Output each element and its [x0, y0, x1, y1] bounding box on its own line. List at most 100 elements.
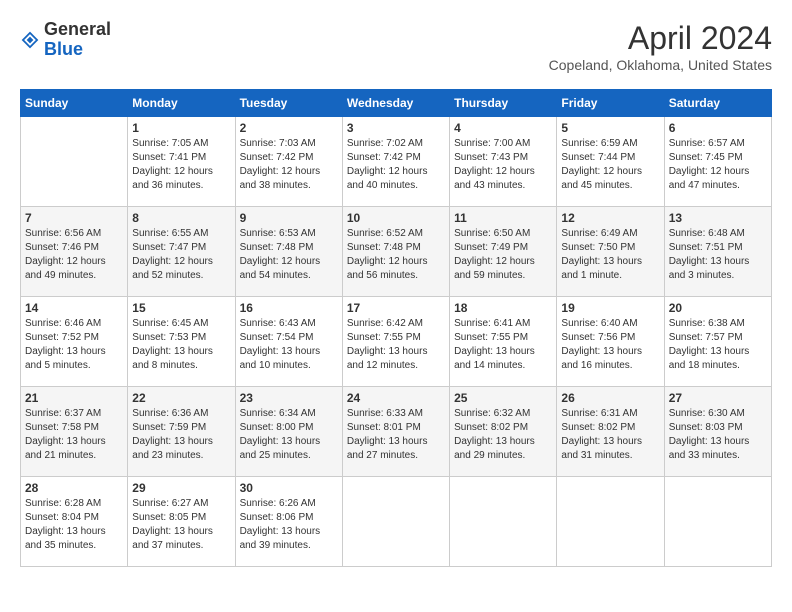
- day-number: 24: [347, 391, 445, 405]
- calendar-header-wednesday: Wednesday: [342, 90, 449, 117]
- day-info: Sunrise: 6:48 AMSunset: 7:51 PMDaylight:…: [669, 227, 767, 283]
- day-number: 2: [240, 121, 338, 135]
- calendar-cell: 7Sunrise: 6:56 AMSunset: 7:46 PMDaylight…: [21, 207, 128, 297]
- location: Copeland, Oklahoma, United States: [549, 57, 772, 73]
- day-number: 21: [25, 391, 123, 405]
- day-number: 25: [454, 391, 552, 405]
- page-header: General Blue April 2024 Copeland, Oklaho…: [20, 20, 772, 73]
- day-info: Sunrise: 6:59 AMSunset: 7:44 PMDaylight:…: [561, 137, 659, 193]
- calendar-week-row: 14 Sunrise: 6:46 AMSunset: 7:52 PMDayligh…: [21, 297, 772, 387]
- day-number: 15: [132, 301, 230, 315]
- day-info: Sunrise: 6:43 AMSunset: 7:54 PMDaylight:…: [240, 317, 338, 373]
- calendar-header-tuesday: Tuesday: [235, 90, 342, 117]
- day-number: 14: [25, 301, 123, 315]
- calendar-cell: 5 Sunrise: 6:59 AMSunset: 7:44 PMDaylight…: [557, 117, 664, 207]
- calendar-cell: 17 Sunrise: 6:42 AMSunset: 7:55 PMDayligh…: [342, 297, 449, 387]
- day-number: 28: [25, 481, 123, 495]
- calendar-cell: 3 Sunrise: 7:02 AMSunset: 7:42 PMDaylight…: [342, 117, 449, 207]
- day-number: 23: [240, 391, 338, 405]
- day-number: 17: [347, 301, 445, 315]
- day-number: 3: [347, 121, 445, 135]
- day-info: Sunrise: 7:00 AMSunset: 7:43 PMDaylight:…: [454, 137, 552, 193]
- day-info: Sunrise: 6:42 AMSunset: 7:55 PMDaylight:…: [347, 317, 445, 373]
- calendar-cell: 18 Sunrise: 6:41 AMSunset: 7:55 PMDayligh…: [450, 297, 557, 387]
- day-info: Sunrise: 6:33 AMSunset: 8:01 PMDaylight:…: [347, 407, 445, 463]
- day-number: 26: [561, 391, 659, 405]
- day-number: 30: [240, 481, 338, 495]
- day-info: Sunrise: 6:34 AMSunset: 8:00 PMDaylight:…: [240, 407, 338, 463]
- day-number: 12: [561, 211, 659, 225]
- calendar-cell: [342, 477, 449, 567]
- day-info: Sunrise: 6:52 AMSunset: 7:48 PMDaylight:…: [347, 227, 445, 283]
- day-number: 5: [561, 121, 659, 135]
- calendar-cell: 11 Sunrise: 6:50 AMSunset: 7:49 PMDayligh…: [450, 207, 557, 297]
- calendar-cell: 10 Sunrise: 6:52 AMSunset: 7:48 PMDayligh…: [342, 207, 449, 297]
- calendar-cell: 27 Sunrise: 6:30 AMSunset: 8:03 PMDayligh…: [664, 387, 771, 477]
- calendar-cell: 14 Sunrise: 6:46 AMSunset: 7:52 PMDayligh…: [21, 297, 128, 387]
- day-info: Sunrise: 7:05 AMSunset: 7:41 PMDaylight:…: [132, 137, 230, 193]
- calendar-header-saturday: Saturday: [664, 90, 771, 117]
- day-info: Sunrise: 6:30 AMSunset: 8:03 PMDaylight:…: [669, 407, 767, 463]
- calendar-cell: 24 Sunrise: 6:33 AMSunset: 8:01 PMDayligh…: [342, 387, 449, 477]
- day-number: 9: [240, 211, 338, 225]
- day-number: 10: [347, 211, 445, 225]
- logo-text: General Blue: [44, 20, 111, 60]
- day-info: Sunrise: 6:26 AMSunset: 8:06 PMDaylight:…: [240, 497, 338, 553]
- day-number: 11: [454, 211, 552, 225]
- calendar-cell: 6 Sunrise: 6:57 AMSunset: 7:45 PMDaylight…: [664, 117, 771, 207]
- calendar-cell: 21 Sunrise: 6:37 AMSunset: 7:58 PMDayligh…: [21, 387, 128, 477]
- day-number: 27: [669, 391, 767, 405]
- calendar-cell: 28 Sunrise: 6:28 AMSunset: 8:04 PMDayligh…: [21, 477, 128, 567]
- calendar-cell: [21, 117, 128, 207]
- calendar-header-thursday: Thursday: [450, 90, 557, 117]
- calendar-cell: 26 Sunrise: 6:31 AMSunset: 8:02 PMDayligh…: [557, 387, 664, 477]
- calendar-cell: 1 Sunrise: 7:05 AMSunset: 7:41 PMDaylight…: [128, 117, 235, 207]
- day-info: Sunrise: 6:31 AMSunset: 8:02 PMDaylight:…: [561, 407, 659, 463]
- calendar-table: SundayMondayTuesdayWednesdayThursdayFrid…: [20, 89, 772, 567]
- day-info: Sunrise: 6:57 AMSunset: 7:45 PMDaylight:…: [669, 137, 767, 193]
- calendar-cell: 16 Sunrise: 6:43 AMSunset: 7:54 PMDayligh…: [235, 297, 342, 387]
- day-number: 8: [132, 211, 230, 225]
- calendar-cell: [450, 477, 557, 567]
- title-block: April 2024 Copeland, Oklahoma, United St…: [549, 20, 772, 73]
- day-info: Sunrise: 6:46 AMSunset: 7:52 PMDaylight:…: [25, 317, 123, 373]
- day-info: Sunrise: 6:49 AMSunset: 7:50 PMDaylight:…: [561, 227, 659, 283]
- day-number: 1: [132, 121, 230, 135]
- calendar-header-row: SundayMondayTuesdayWednesdayThursdayFrid…: [21, 90, 772, 117]
- calendar-cell: 25Sunrise: 6:32 AMSunset: 8:02 PMDayligh…: [450, 387, 557, 477]
- day-info: Sunrise: 6:36 AMSunset: 7:59 PMDaylight:…: [132, 407, 230, 463]
- day-info: Sunrise: 7:03 AMSunset: 7:42 PMDaylight:…: [240, 137, 338, 193]
- calendar-cell: 29Sunrise: 6:27 AMSunset: 8:05 PMDayligh…: [128, 477, 235, 567]
- day-number: 29: [132, 481, 230, 495]
- calendar-cell: 9 Sunrise: 6:53 AMSunset: 7:48 PMDaylight…: [235, 207, 342, 297]
- day-number: 6: [669, 121, 767, 135]
- calendar-week-row: 7Sunrise: 6:56 AMSunset: 7:46 PMDaylight…: [21, 207, 772, 297]
- day-info: Sunrise: 6:55 AMSunset: 7:47 PMDaylight:…: [132, 227, 230, 283]
- day-info: Sunrise: 6:56 AMSunset: 7:46 PMDaylight:…: [25, 227, 123, 283]
- calendar-header-monday: Monday: [128, 90, 235, 117]
- day-info: Sunrise: 6:41 AMSunset: 7:55 PMDaylight:…: [454, 317, 552, 373]
- logo: General Blue: [20, 20, 111, 60]
- calendar-cell: 8 Sunrise: 6:55 AMSunset: 7:47 PMDaylight…: [128, 207, 235, 297]
- day-info: Sunrise: 6:40 AMSunset: 7:56 PMDaylight:…: [561, 317, 659, 373]
- day-number: 16: [240, 301, 338, 315]
- calendar-cell: 19 Sunrise: 6:40 AMSunset: 7:56 PMDayligh…: [557, 297, 664, 387]
- day-info: Sunrise: 6:50 AMSunset: 7:49 PMDaylight:…: [454, 227, 552, 283]
- calendar-cell: 22 Sunrise: 6:36 AMSunset: 7:59 PMDayligh…: [128, 387, 235, 477]
- day-info: Sunrise: 7:02 AMSunset: 7:42 PMDaylight:…: [347, 137, 445, 193]
- calendar-cell: 30 Sunrise: 6:26 AMSunset: 8:06 PMDayligh…: [235, 477, 342, 567]
- day-number: 22: [132, 391, 230, 405]
- day-number: 20: [669, 301, 767, 315]
- calendar-cell: 12 Sunrise: 6:49 AMSunset: 7:50 PMDayligh…: [557, 207, 664, 297]
- day-info: Sunrise: 6:28 AMSunset: 8:04 PMDaylight:…: [25, 497, 123, 553]
- day-info: Sunrise: 6:37 AMSunset: 7:58 PMDaylight:…: [25, 407, 123, 463]
- calendar-header-friday: Friday: [557, 90, 664, 117]
- calendar-cell: 2 Sunrise: 7:03 AMSunset: 7:42 PMDaylight…: [235, 117, 342, 207]
- day-number: 19: [561, 301, 659, 315]
- calendar-week-row: 1 Sunrise: 7:05 AMSunset: 7:41 PMDaylight…: [21, 117, 772, 207]
- calendar-cell: 4Sunrise: 7:00 AMSunset: 7:43 PMDaylight…: [450, 117, 557, 207]
- calendar-cell: 20Sunrise: 6:38 AMSunset: 7:57 PMDayligh…: [664, 297, 771, 387]
- day-info: Sunrise: 6:53 AMSunset: 7:48 PMDaylight:…: [240, 227, 338, 283]
- month-title: April 2024: [549, 20, 772, 57]
- day-number: 18: [454, 301, 552, 315]
